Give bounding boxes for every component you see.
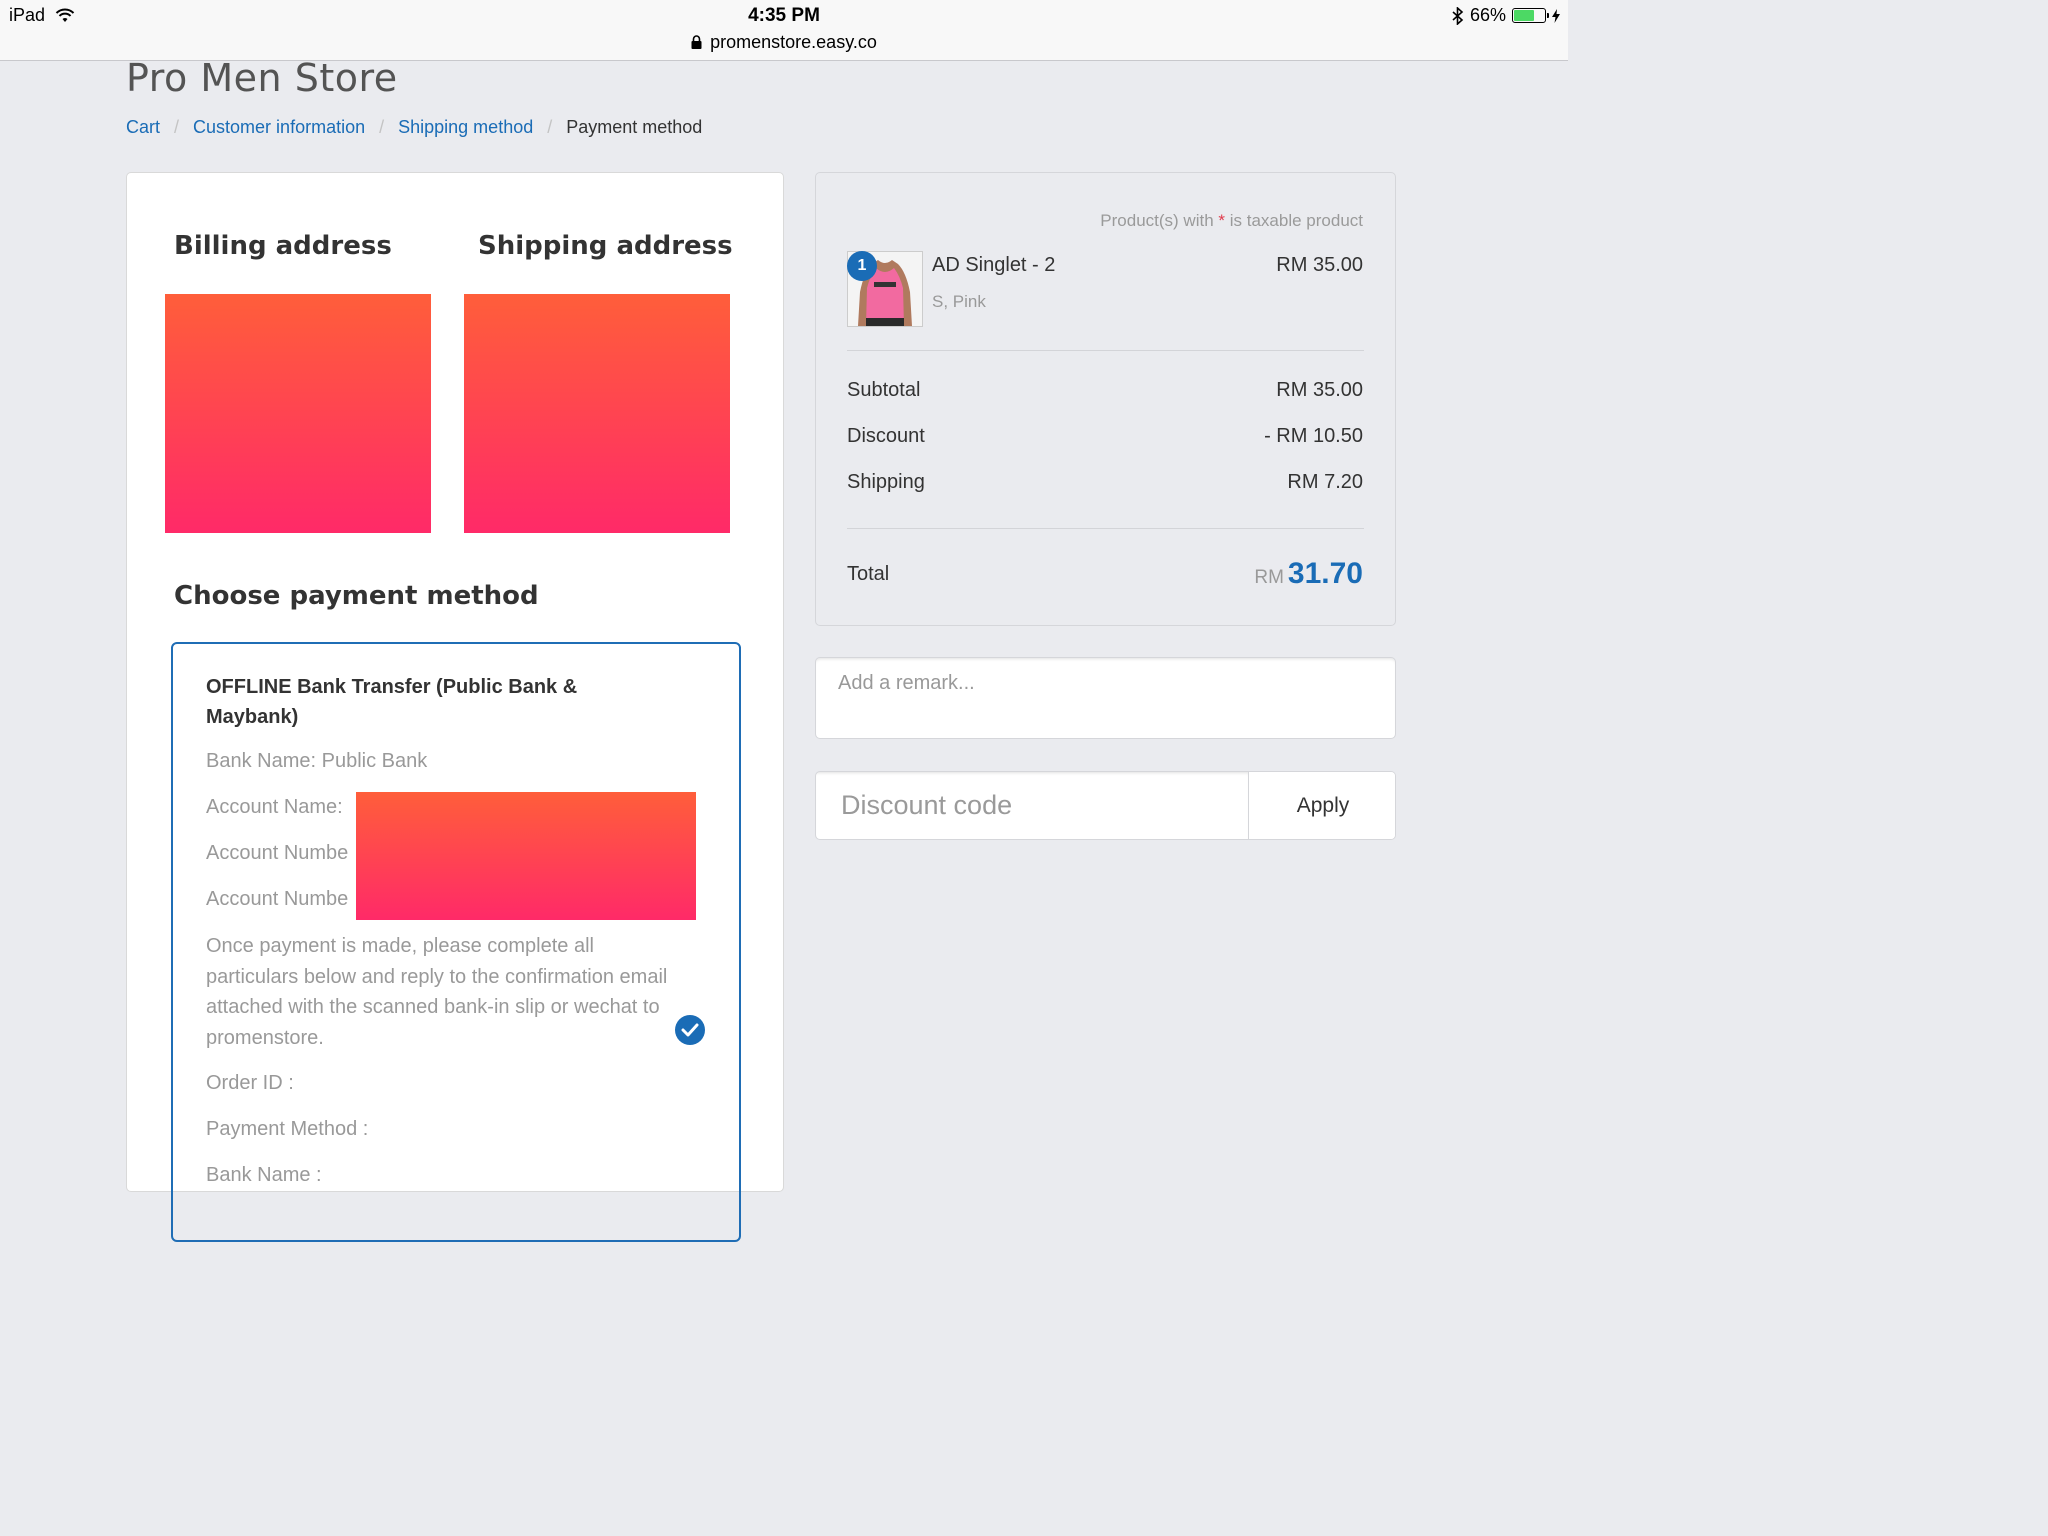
- account-number-line: Account Numbe: [206, 842, 349, 864]
- discount-value: - RM 10.50: [1264, 425, 1363, 447]
- shipping-address-redacted: [464, 294, 730, 533]
- product-name: AD Singlet - 2: [932, 254, 1056, 276]
- discount-label: Discount: [847, 425, 925, 447]
- battery-icon: [1512, 8, 1549, 23]
- store-title[interactable]: Pro Men Store: [126, 56, 398, 100]
- summary-divider: [847, 528, 1364, 529]
- total-label: Total: [847, 563, 890, 585]
- status-right: 66%: [1452, 5, 1560, 26]
- product-price: RM 35.00: [1276, 254, 1363, 276]
- account-details-redacted: [356, 792, 696, 920]
- taxable-note-suffix: is taxable product: [1229, 211, 1363, 230]
- quantity-badge: 1: [847, 251, 877, 281]
- payment-option-bank-transfer[interactable]: OFFLINE Bank Transfer (Public Bank & May…: [171, 642, 741, 1242]
- payment-method-line: Payment Method :: [206, 1118, 369, 1140]
- order-id-line: Order ID :: [206, 1072, 294, 1094]
- product-variant: S, Pink: [932, 292, 986, 311]
- selected-check-icon: [675, 1015, 705, 1045]
- subtotal-label: Subtotal: [847, 379, 921, 401]
- bluetooth-icon: [1452, 6, 1464, 25]
- address-bar[interactable]: promenstore.easy.co: [0, 32, 1568, 53]
- account-number-line: Account Numbe: [206, 888, 349, 910]
- breadcrumb-separator: /: [547, 117, 553, 137]
- breadcrumb-separator: /: [174, 117, 180, 137]
- remark-box: [815, 657, 1396, 739]
- billing-address-redacted: [165, 294, 431, 533]
- breadcrumb-cart[interactable]: Cart: [126, 117, 160, 138]
- total-value: RM 31.70: [1254, 557, 1363, 591]
- total-amount: 31.70: [1287, 557, 1363, 590]
- billing-address-heading: Billing address: [174, 231, 392, 261]
- taxable-note-prefix: Product(s) with: [1100, 211, 1214, 230]
- payment-option-title: OFFLINE Bank Transfer (Public Bank & May…: [206, 676, 578, 728]
- discount-form: Apply: [815, 771, 1396, 840]
- account-name-line: Account Name:: [206, 796, 343, 818]
- subtotal-value: RM 35.00: [1276, 379, 1363, 401]
- summary-divider: [847, 350, 1364, 351]
- taxable-note: Product(s) with * is taxable product: [1100, 211, 1363, 231]
- url-text: promenstore.easy.co: [710, 32, 877, 52]
- lock-icon: [691, 35, 702, 49]
- total-currency: RM: [1254, 567, 1284, 588]
- breadcrumb-customer-information[interactable]: Customer information: [193, 117, 365, 138]
- apply-discount-button[interactable]: Apply: [1248, 772, 1395, 839]
- checkout-main-card: Billing address Shipping address Choose …: [126, 172, 784, 1242]
- breadcrumb-current: Payment method: [566, 117, 703, 137]
- taxable-star: *: [1218, 211, 1226, 230]
- ios-status-bar: iPad 4:35 PM promenstore.easy.co 66%: [0, 0, 1568, 61]
- bank-name-field-line: Bank Name :: [206, 1164, 322, 1186]
- bank-name-line: Bank Name: Public Bank: [206, 750, 428, 772]
- shipping-value: RM 7.20: [1287, 471, 1363, 493]
- shipping-address-heading: Shipping address: [478, 231, 733, 261]
- discount-code-input[interactable]: [816, 772, 1248, 839]
- battery-percent: 66%: [1469, 5, 1506, 25]
- remark-input[interactable]: [816, 658, 1395, 738]
- order-summary: Product(s) with * is taxable product 1 A…: [815, 172, 1396, 626]
- payment-instructions: Once payment is made, please complete al…: [206, 935, 668, 1049]
- battery-fill: [1514, 10, 1534, 21]
- charging-icon: [1552, 8, 1560, 23]
- shipping-label: Shipping: [847, 471, 925, 493]
- breadcrumb: Cart / Customer information / Shipping m…: [126, 117, 702, 138]
- breadcrumb-separator: /: [379, 117, 385, 137]
- clock: 4:35 PM: [748, 5, 820, 26]
- payment-method-heading: Choose payment method: [174, 581, 539, 611]
- breadcrumb-shipping-method[interactable]: Shipping method: [398, 117, 533, 138]
